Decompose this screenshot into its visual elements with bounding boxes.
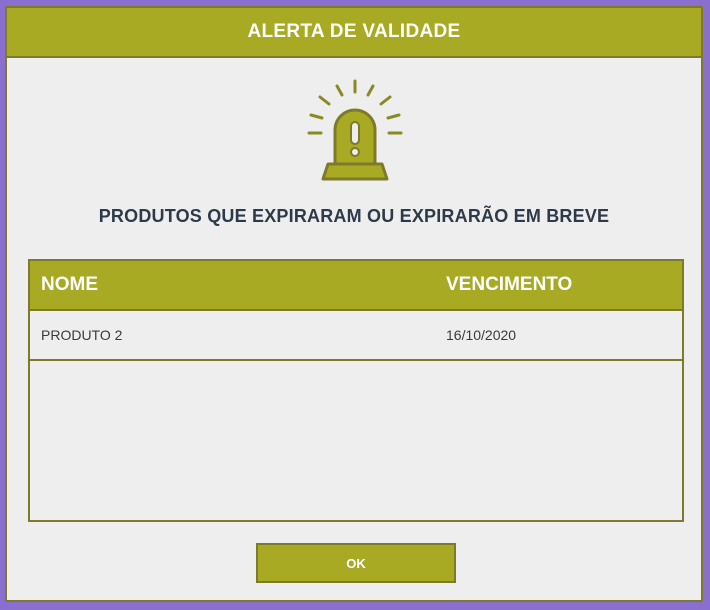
column-header-nome[interactable]: NOME — [41, 261, 98, 309]
siren-alarm-icon — [303, 78, 407, 182]
dialog-subtitle: PRODUTOS QUE EXPIRARAM OU EXPIRARÃO EM B… — [98, 206, 610, 226]
products-table: NOME VENCIMENTO PRODUTO 2 16/10/2020 — [28, 259, 684, 522]
cell-nome: PRODUTO 2 — [41, 327, 123, 343]
dialog-title: ALERTA DE VALIDADE — [247, 21, 461, 42]
ok-button[interactable]: OK — [256, 543, 456, 583]
ok-button-label: OK — [346, 555, 366, 571]
table-header: NOME VENCIMENTO — [30, 261, 682, 311]
column-header-vencimento[interactable]: VENCIMENTO — [446, 261, 572, 309]
table-row[interactable]: PRODUTO 2 16/10/2020 — [30, 311, 682, 361]
dialog-titlebar: ALERTA DE VALIDADE — [7, 8, 701, 58]
validity-alert-dialog: ALERTA DE VALIDADE PRODUTOS QUE EXPIRARA… — [5, 6, 703, 602]
cell-vencimento: 16/10/2020 — [446, 327, 517, 343]
